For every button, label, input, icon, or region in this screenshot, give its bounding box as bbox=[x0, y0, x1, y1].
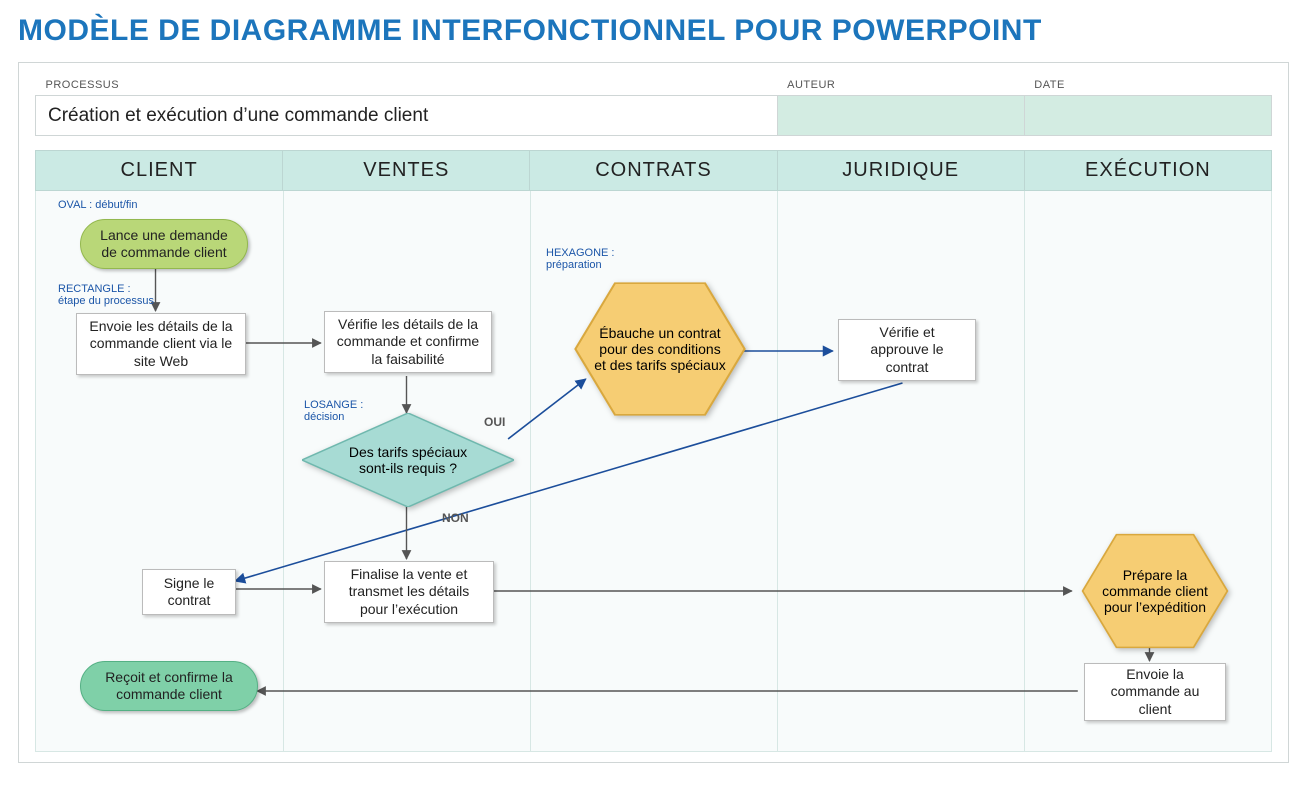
meta-header-date: DATE bbox=[1024, 75, 1271, 96]
node-end[interactable]: Reçoit et confirme la commande client bbox=[80, 661, 258, 711]
node-sign[interactable]: Signe le contrat bbox=[142, 569, 236, 615]
node-finalize[interactable]: Finalise la vente et transmet les détail… bbox=[324, 561, 494, 623]
meta-table: PROCESSUS AUTEUR DATE Création et exécut… bbox=[35, 75, 1272, 136]
node-prepare-label: Prépare la commande client pour l’expédi… bbox=[1078, 531, 1232, 651]
page-title: MODÈLE DE DIAGRAMME INTERFONCTIONNEL POU… bbox=[18, 14, 1289, 48]
meta-value-date[interactable] bbox=[1024, 96, 1271, 136]
diagram-frame: PROCESSUS AUTEUR DATE Création et exécut… bbox=[18, 62, 1289, 763]
lane-header-execution: EXÉCUTION bbox=[1024, 151, 1271, 191]
node-approve[interactable]: Vérifie et approuve le contrat bbox=[838, 319, 976, 381]
node-start[interactable]: Lance une demande de commande client bbox=[80, 219, 248, 269]
node-send-details[interactable]: Envoie les détails de la commande client… bbox=[76, 313, 246, 375]
meta-value-author[interactable] bbox=[777, 96, 1024, 136]
legend-oval: OVAL : début/fin bbox=[58, 199, 138, 211]
node-verify[interactable]: Vérifie les détails de la commande et co… bbox=[324, 311, 492, 373]
node-draft-label: Ébauche un contrat pour des conditions e… bbox=[570, 279, 750, 419]
swimlane-table: CLIENT VENTES CONTRATS JURIDIQUE EXÉCUTI… bbox=[35, 150, 1272, 752]
node-ship[interactable]: Envoie la commande au client bbox=[1084, 663, 1226, 721]
meta-header-process: PROCESSUS bbox=[36, 75, 778, 96]
node-draft[interactable]: Ébauche un contrat pour des conditions e… bbox=[570, 279, 750, 419]
lane-header-ventes: VENTES bbox=[283, 151, 530, 191]
meta-value-process[interactable]: Création et exécution d’une commande cli… bbox=[36, 96, 778, 136]
legend-rect: RECTANGLE : étape du processus bbox=[58, 283, 154, 307]
lane-header-client: CLIENT bbox=[36, 151, 283, 191]
legend-hexagon: HEXAGONE : préparation bbox=[546, 247, 614, 271]
node-decision-label: Des tarifs spéciaux sont-ils requis ? bbox=[302, 413, 514, 507]
node-decision[interactable]: Des tarifs spéciaux sont-ils requis ? bbox=[302, 413, 514, 507]
decision-no-label: NON bbox=[442, 511, 469, 525]
node-prepare[interactable]: Prépare la commande client pour l’expédi… bbox=[1078, 531, 1232, 651]
lane-header-contrats: CONTRATS bbox=[530, 151, 777, 191]
diagram-canvas: OVAL : début/fin RECTANGLE : étape du pr… bbox=[36, 191, 1271, 751]
meta-header-author: AUTEUR bbox=[777, 75, 1024, 96]
lane-header-juridique: JURIDIQUE bbox=[777, 151, 1024, 191]
